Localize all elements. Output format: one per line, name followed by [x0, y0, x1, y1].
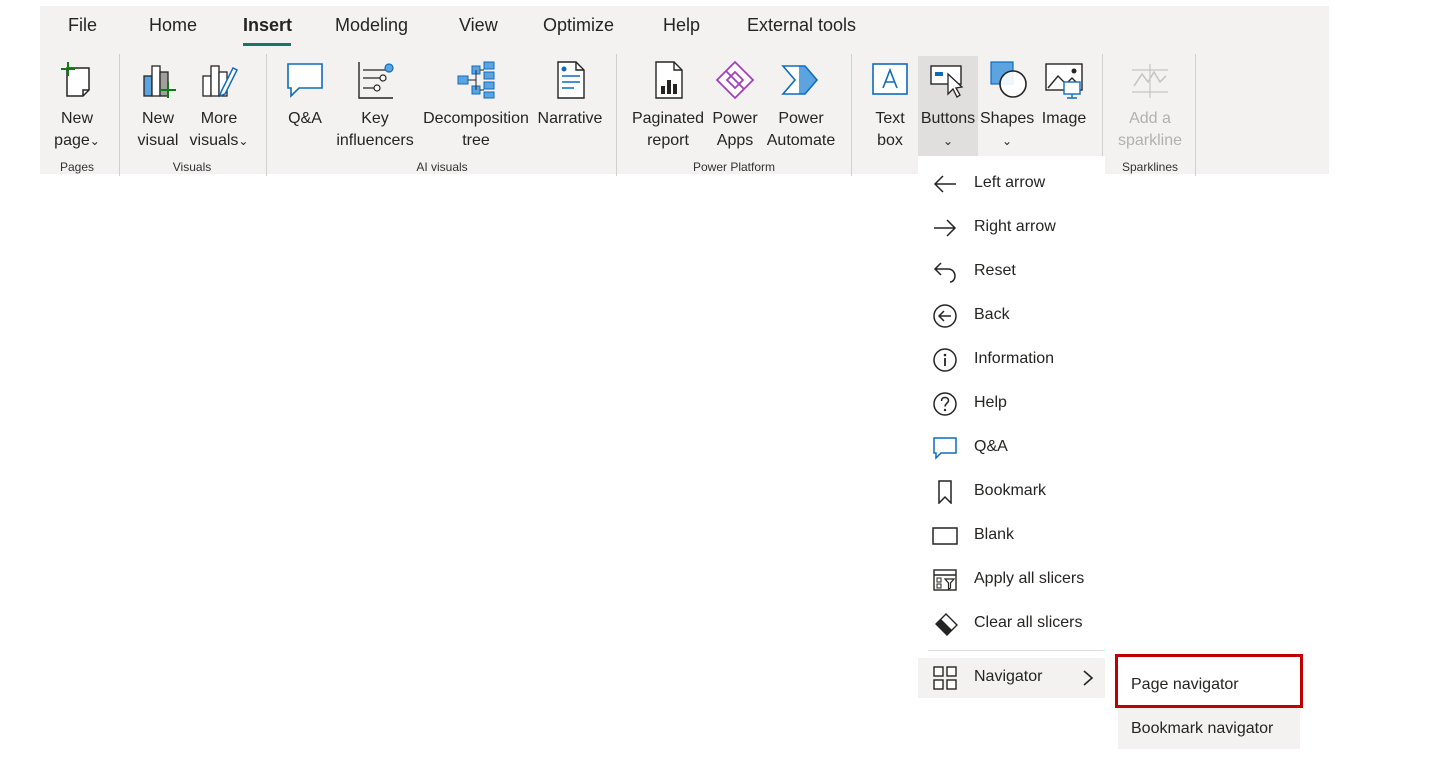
new-page-button[interactable]: New page⌄: [46, 56, 108, 156]
tab-help[interactable]: Help: [663, 15, 700, 36]
chevron-down-icon: ⌄: [89, 134, 100, 148]
tab-modeling[interactable]: Modeling: [335, 15, 408, 36]
group-separator: [616, 54, 617, 176]
text-box-icon: [872, 63, 908, 95]
new-visual-icon: [143, 65, 176, 98]
menu-item-blank[interactable]: Blank: [918, 516, 1105, 556]
group-label-ai-visuals: AI visuals: [416, 160, 468, 174]
active-tab-indicator: [243, 43, 291, 46]
new-visual-button[interactable]: New visual: [132, 56, 184, 156]
buttons-button[interactable]: Buttons ⌄: [918, 56, 978, 156]
qa-icon: [287, 63, 323, 98]
decomposition-tree-button[interactable]: Decomposition tree: [420, 56, 532, 156]
tab-external-tools[interactable]: External tools: [747, 15, 856, 36]
navigator-icon: [933, 666, 957, 690]
menu-item-navigator[interactable]: Navigator: [918, 658, 1105, 698]
menu-separator: [928, 650, 1105, 651]
menu-item-right-arrow[interactable]: Right arrow: [918, 208, 1105, 248]
buttons-dropdown-menu: Left arrow Right arrow Reset Back Inform…: [918, 156, 1105, 706]
group-label-power-platform: Power Platform: [692, 160, 776, 174]
image-icon: [1045, 63, 1083, 99]
power-automate-icon: [781, 65, 819, 95]
shapes-icon: [990, 61, 1027, 98]
group-label-pages: Pages: [59, 160, 95, 174]
right-arrow-icon: [934, 219, 957, 237]
sparkline-icon: [1132, 64, 1168, 98]
group-separator: [266, 54, 267, 176]
submenu-item-bookmark-navigator[interactable]: Bookmark navigator: [1118, 705, 1300, 749]
help-icon: [933, 392, 957, 416]
tab-file[interactable]: File: [68, 15, 97, 36]
shapes-button[interactable]: Shapes ⌄: [980, 56, 1034, 156]
menu-item-apply-all-slicers[interactable]: Apply all slicers: [918, 560, 1105, 600]
bookmark-icon: [938, 480, 952, 504]
menu-item-information[interactable]: Information: [918, 340, 1105, 380]
back-icon: [933, 304, 957, 328]
group-label-sparklines: Sparklines: [1121, 160, 1179, 174]
buttons-icon: [930, 65, 964, 98]
menu-item-help[interactable]: Help: [918, 384, 1105, 424]
tab-optimize[interactable]: Optimize: [543, 15, 614, 36]
qa-icon: [933, 437, 957, 460]
narrative-button[interactable]: Narrative: [534, 56, 606, 156]
highlight-annotation-box: [1115, 654, 1303, 708]
blank-icon: [932, 527, 958, 545]
key-influencers-icon: [358, 62, 394, 99]
group-separator: [1195, 54, 1196, 176]
menu-item-bookmark[interactable]: Bookmark: [918, 472, 1105, 512]
image-button[interactable]: Image: [1036, 56, 1092, 156]
more-visuals-icon: [202, 65, 239, 98]
group-separator: [119, 54, 120, 176]
chevron-down-icon: ⌄: [238, 134, 249, 148]
more-visuals-button[interactable]: More visuals⌄: [186, 56, 252, 156]
text-box-button[interactable]: Text box: [864, 56, 916, 156]
menu-item-qa[interactable]: Q&A: [918, 428, 1105, 468]
apply-slicers-icon: [933, 569, 957, 591]
new-page-icon: [61, 62, 90, 97]
menu-item-reset[interactable]: Reset: [918, 252, 1105, 292]
chevron-right-icon: [1083, 670, 1094, 686]
tab-view[interactable]: View: [459, 15, 498, 36]
paginated-report-button[interactable]: Paginated report: [628, 56, 708, 156]
add-sparkline-button: Add a sparkline: [1112, 56, 1188, 156]
clear-slicers-icon: [935, 613, 958, 636]
chevron-down-icon: ⌄: [1001, 134, 1013, 148]
information-icon: [933, 348, 957, 372]
left-arrow-icon: [933, 175, 956, 193]
group-separator: [851, 54, 852, 176]
decomposition-tree-icon: [457, 61, 495, 99]
key-influencers-button[interactable]: Key influencers: [334, 56, 416, 156]
power-automate-button[interactable]: Power Automate: [762, 56, 840, 156]
chevron-down-icon: ⌄: [942, 134, 954, 148]
menu-item-back[interactable]: Back: [918, 296, 1105, 336]
paginated-report-icon: [655, 61, 683, 99]
menu-item-clear-all-slicers[interactable]: Clear all slicers: [918, 604, 1105, 644]
tab-insert[interactable]: Insert: [243, 15, 292, 36]
power-apps-button[interactable]: Power Apps: [710, 56, 760, 156]
ribbon: File Home Insert Modeling View Optimize …: [40, 6, 1329, 176]
group-label-visuals: Visuals: [172, 160, 212, 174]
reset-icon: [933, 262, 956, 283]
power-apps-icon: [715, 60, 755, 100]
narrative-icon: [557, 61, 585, 99]
qa-button[interactable]: Q&A: [278, 56, 332, 156]
menu-item-left-arrow[interactable]: Left arrow: [918, 164, 1105, 204]
tab-home[interactable]: Home: [149, 15, 197, 36]
